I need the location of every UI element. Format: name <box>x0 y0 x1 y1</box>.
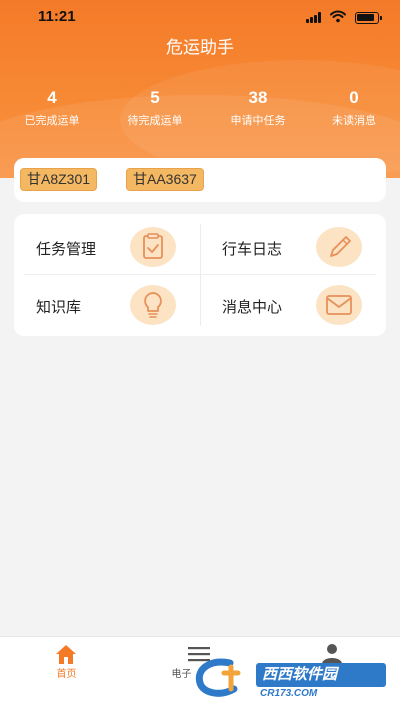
lightbulb-icon <box>130 285 176 325</box>
watermark: 西西软件园 CR173.COM <box>190 655 390 705</box>
stat-label: 待完成运单 <box>127 115 183 127</box>
status-bar: 11:21 <box>0 0 400 34</box>
stats-row: 4 已完成运单 5 待完成运单 38 申请中任务 0 未读消息 <box>0 88 400 132</box>
menu-label: 消息中心 <box>222 299 283 316</box>
function-menu-card: 任务管理 行车日志 知识库 消息中心 <box>14 214 386 336</box>
stat-label: 已完成运单 <box>24 115 80 127</box>
pencil-icon <box>316 227 362 267</box>
stat-label: 申请中任务 <box>230 115 286 127</box>
tab-home[interactable]: 首页 <box>0 637 133 710</box>
vehicle-plates-card: 甘A8Z301 甘AA3637 <box>14 158 386 202</box>
plate-tag[interactable]: 甘A8Z301 <box>20 168 98 191</box>
stat-value: 0 <box>349 88 359 107</box>
stat-value: 4 <box>47 88 57 107</box>
stat-value: 5 <box>150 88 160 107</box>
header-banner: 11:21 危运助手 4 已完成运单 5 待完成运单 38 申请中任务 0 未读… <box>0 0 400 178</box>
plate-tag[interactable]: 甘AA3637 <box>126 168 204 191</box>
home-icon <box>56 645 76 664</box>
page-title: 危运助手 <box>166 38 234 57</box>
watermark-text: 西西软件园 <box>256 663 386 687</box>
watermark-sub: CR173.COM <box>260 688 318 699</box>
stat-completed-orders[interactable]: 4 已完成运单 <box>2 88 102 129</box>
wifi-icon <box>330 10 346 23</box>
menu-label: 知识库 <box>36 299 82 316</box>
menu-driving-log[interactable]: 行车日志 <box>200 218 386 276</box>
status-time: 11:21 <box>38 8 76 25</box>
tab-label: 首页 <box>56 669 77 680</box>
stat-applying-tasks[interactable]: 38 申请中任务 <box>208 88 308 129</box>
stat-value: 38 <box>248 88 268 107</box>
stat-label: 未读消息 <box>332 115 376 127</box>
menu-message-center[interactable]: 消息中心 <box>200 276 386 334</box>
menu-task-management[interactable]: 任务管理 <box>14 218 200 276</box>
battery-icon <box>355 12 382 24</box>
menu-label: 行车日志 <box>222 241 283 258</box>
watermark-logo-icon <box>195 658 241 697</box>
stat-pending-orders[interactable]: 5 待完成运单 <box>105 88 205 129</box>
stat-unread-messages[interactable]: 0 未读消息 <box>304 88 400 129</box>
signal-icon <box>306 12 322 23</box>
menu-knowledge-base[interactable]: 知识库 <box>14 276 200 334</box>
menu-label: 任务管理 <box>36 241 97 258</box>
envelope-icon <box>316 285 362 325</box>
clipboard-icon <box>130 227 176 267</box>
